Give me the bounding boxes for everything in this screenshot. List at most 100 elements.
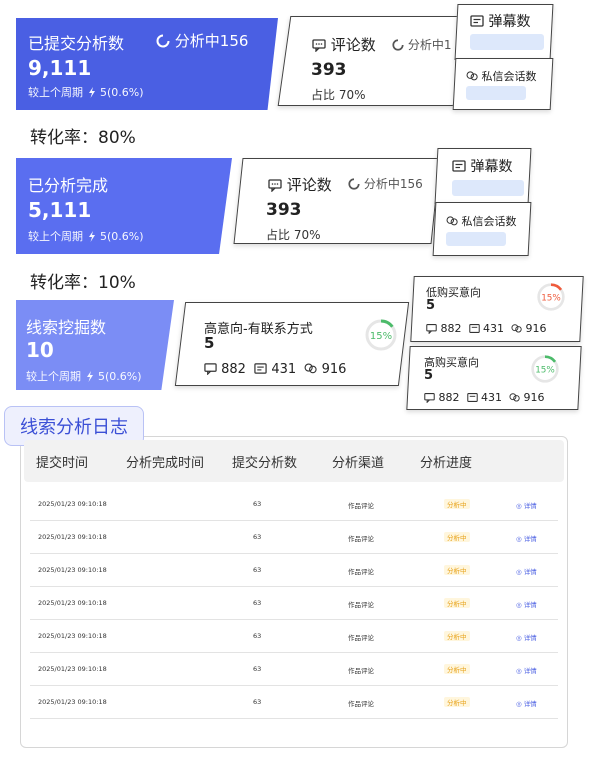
funnel-value: 10 (26, 338, 54, 362)
eye-icon: ◎ (516, 601, 524, 609)
stats-row: 882 431 916 (204, 362, 346, 377)
funnel-title: 线索挖掘数 (26, 318, 107, 337)
high-intent-contact-title: 高意向-有联系方式 (204, 322, 313, 337)
column-progress: 分析进度 (420, 456, 473, 471)
table-row: 2025/01/23 09:10:18 63 作品评论 分析中 ◎ 详情 (30, 587, 558, 620)
danmu-value-placeholder (452, 180, 524, 196)
funnel-value: 5,111 (28, 198, 92, 222)
refresh-icon (392, 39, 404, 51)
table-row: 2025/01/23 09:10:18 63 作品评论 分析中 ◎ 详情 (30, 488, 558, 521)
row-submit-time: 2025/01/23 09:10:18 (38, 500, 107, 508)
danmu-icon (468, 324, 480, 333)
funnel-submitted: 已提交分析数 分析中156 9,111 较上个周期 5(0.6%) (16, 18, 278, 110)
row-submit-count: 63 (253, 698, 262, 706)
status-badge: 分析中 (444, 631, 470, 641)
trend-down-icon (88, 87, 95, 98)
refresh-icon (348, 178, 360, 190)
row-submit-count: 63 (253, 500, 262, 508)
stats-row: 882 431 916 (424, 391, 545, 404)
low-intent-value: 5 (426, 298, 436, 313)
eye-icon: ◎ (516, 502, 524, 510)
status-badge: 分析中 (444, 697, 470, 707)
detail-link-label: 详情 (523, 667, 537, 675)
trend-down-icon (86, 371, 93, 382)
row-submit-count: 63 (253, 566, 262, 574)
high-intent-contact-value: 5 (204, 334, 215, 352)
private-message-card[interactable] (432, 202, 532, 256)
funnel-value: 9,111 (28, 56, 92, 80)
detail-link-label: 详情 (523, 601, 537, 609)
eye-icon: ◎ (516, 700, 524, 708)
comment-icon (424, 393, 435, 403)
table-row: 2025/01/23 09:10:18 63 作品评论 分析中 ◎ 详情 (30, 653, 558, 686)
detail-link[interactable]: ◎ 详情 (516, 698, 537, 708)
comment-ratio: 占比 70% (311, 88, 366, 102)
comment-ratio: 占比 70% (266, 228, 321, 242)
conversion-rate-1: 转化率：80% (30, 128, 136, 148)
row-channel: 作品评论 (348, 568, 374, 576)
status-badge: 分析中 (444, 664, 470, 674)
detail-link[interactable]: ◎ 详情 (516, 500, 537, 510)
column-finish-time: 分析完成时间 (126, 456, 205, 471)
row-submit-count: 63 (253, 599, 262, 607)
detail-link[interactable]: ◎ 详情 (516, 599, 537, 609)
comment-card[interactable] (233, 158, 441, 244)
column-submit-time: 提交时间 (36, 456, 89, 471)
chat-bubbles-icon (305, 363, 318, 374)
danmu-title: 弹幕数 (452, 156, 512, 176)
chat-bubbles-icon (446, 216, 458, 226)
period-compare: 较上个周期 5(0.6%) (28, 230, 144, 243)
high-intent-value: 5 (424, 368, 434, 383)
table-row: 2025/01/23 09:10:18 63 作品评论 分析中 ◎ 详情 (30, 554, 558, 587)
column-channel: 分析渠道 (332, 456, 385, 471)
analyzing-status: 分析中156 (156, 30, 248, 51)
refresh-icon (156, 34, 170, 48)
detail-link[interactable]: ◎ 详情 (516, 533, 537, 543)
danmu-title: 弹幕数 (470, 11, 530, 31)
ring-label: 15% (370, 331, 392, 342)
status-badge: 分析中 (444, 598, 470, 608)
danmu-icon (452, 160, 466, 172)
eye-icon: ◎ (516, 634, 524, 642)
period-compare: 较上个周期 5(0.6%) (26, 370, 142, 383)
comment-title: 评论数 (268, 174, 332, 195)
detail-link-label: 详情 (523, 568, 537, 576)
analyzing-status: 分析中156 (348, 175, 423, 192)
row-channel: 作品评论 (348, 535, 374, 543)
stats-row: 882 431 916 (426, 322, 547, 335)
funnel-analyzed: 已分析完成 5,111 较上个周期 5(0.6%) (16, 158, 232, 254)
detail-link-label: 详情 (523, 502, 537, 510)
row-channel: 作品评论 (348, 700, 374, 708)
private-message-card[interactable] (452, 58, 554, 110)
detail-link[interactable]: ◎ 详情 (516, 566, 537, 576)
status-badge: 分析中 (444, 532, 470, 542)
period-compare: 较上个周期 5(0.6%) (28, 86, 144, 99)
row-submit-time: 2025/01/23 09:10:18 (38, 566, 107, 574)
private-message-title: 私信会话数 (466, 68, 537, 84)
row-submit-time: 2025/01/23 09:10:18 (38, 665, 107, 673)
danmu-icon (254, 363, 267, 374)
chat-bubbles-icon (466, 71, 478, 81)
eye-icon: ◎ (516, 535, 524, 543)
danmu-value-placeholder (470, 34, 544, 50)
comment-icon (426, 324, 437, 334)
comment-title: 评论数 (312, 34, 376, 55)
ring-label: 15% (535, 366, 555, 376)
chat-bubbles-icon (509, 393, 520, 402)
funnel-title: 已分析完成 (28, 176, 109, 195)
comment-card[interactable] (277, 16, 467, 106)
trend-down-icon (88, 231, 95, 242)
eye-icon: ◎ (516, 667, 524, 675)
detail-link-label: 详情 (523, 700, 537, 708)
row-channel: 作品评论 (348, 502, 374, 510)
danmu-icon (470, 15, 484, 27)
table-row: 2025/01/23 09:10:18 63 作品评论 分析中 ◎ 详情 (30, 686, 558, 719)
detail-link[interactable]: ◎ 详情 (516, 665, 537, 675)
chat-bubbles-icon (511, 324, 522, 333)
row-submit-count: 63 (253, 533, 262, 541)
detail-link[interactable]: ◎ 详情 (516, 632, 537, 642)
row-channel: 作品评论 (348, 601, 374, 609)
private-message-placeholder (466, 86, 526, 100)
table-row: 2025/01/23 09:10:18 63 作品评论 分析中 ◎ 详情 (30, 620, 558, 653)
status-badge: 分析中 (444, 565, 470, 575)
